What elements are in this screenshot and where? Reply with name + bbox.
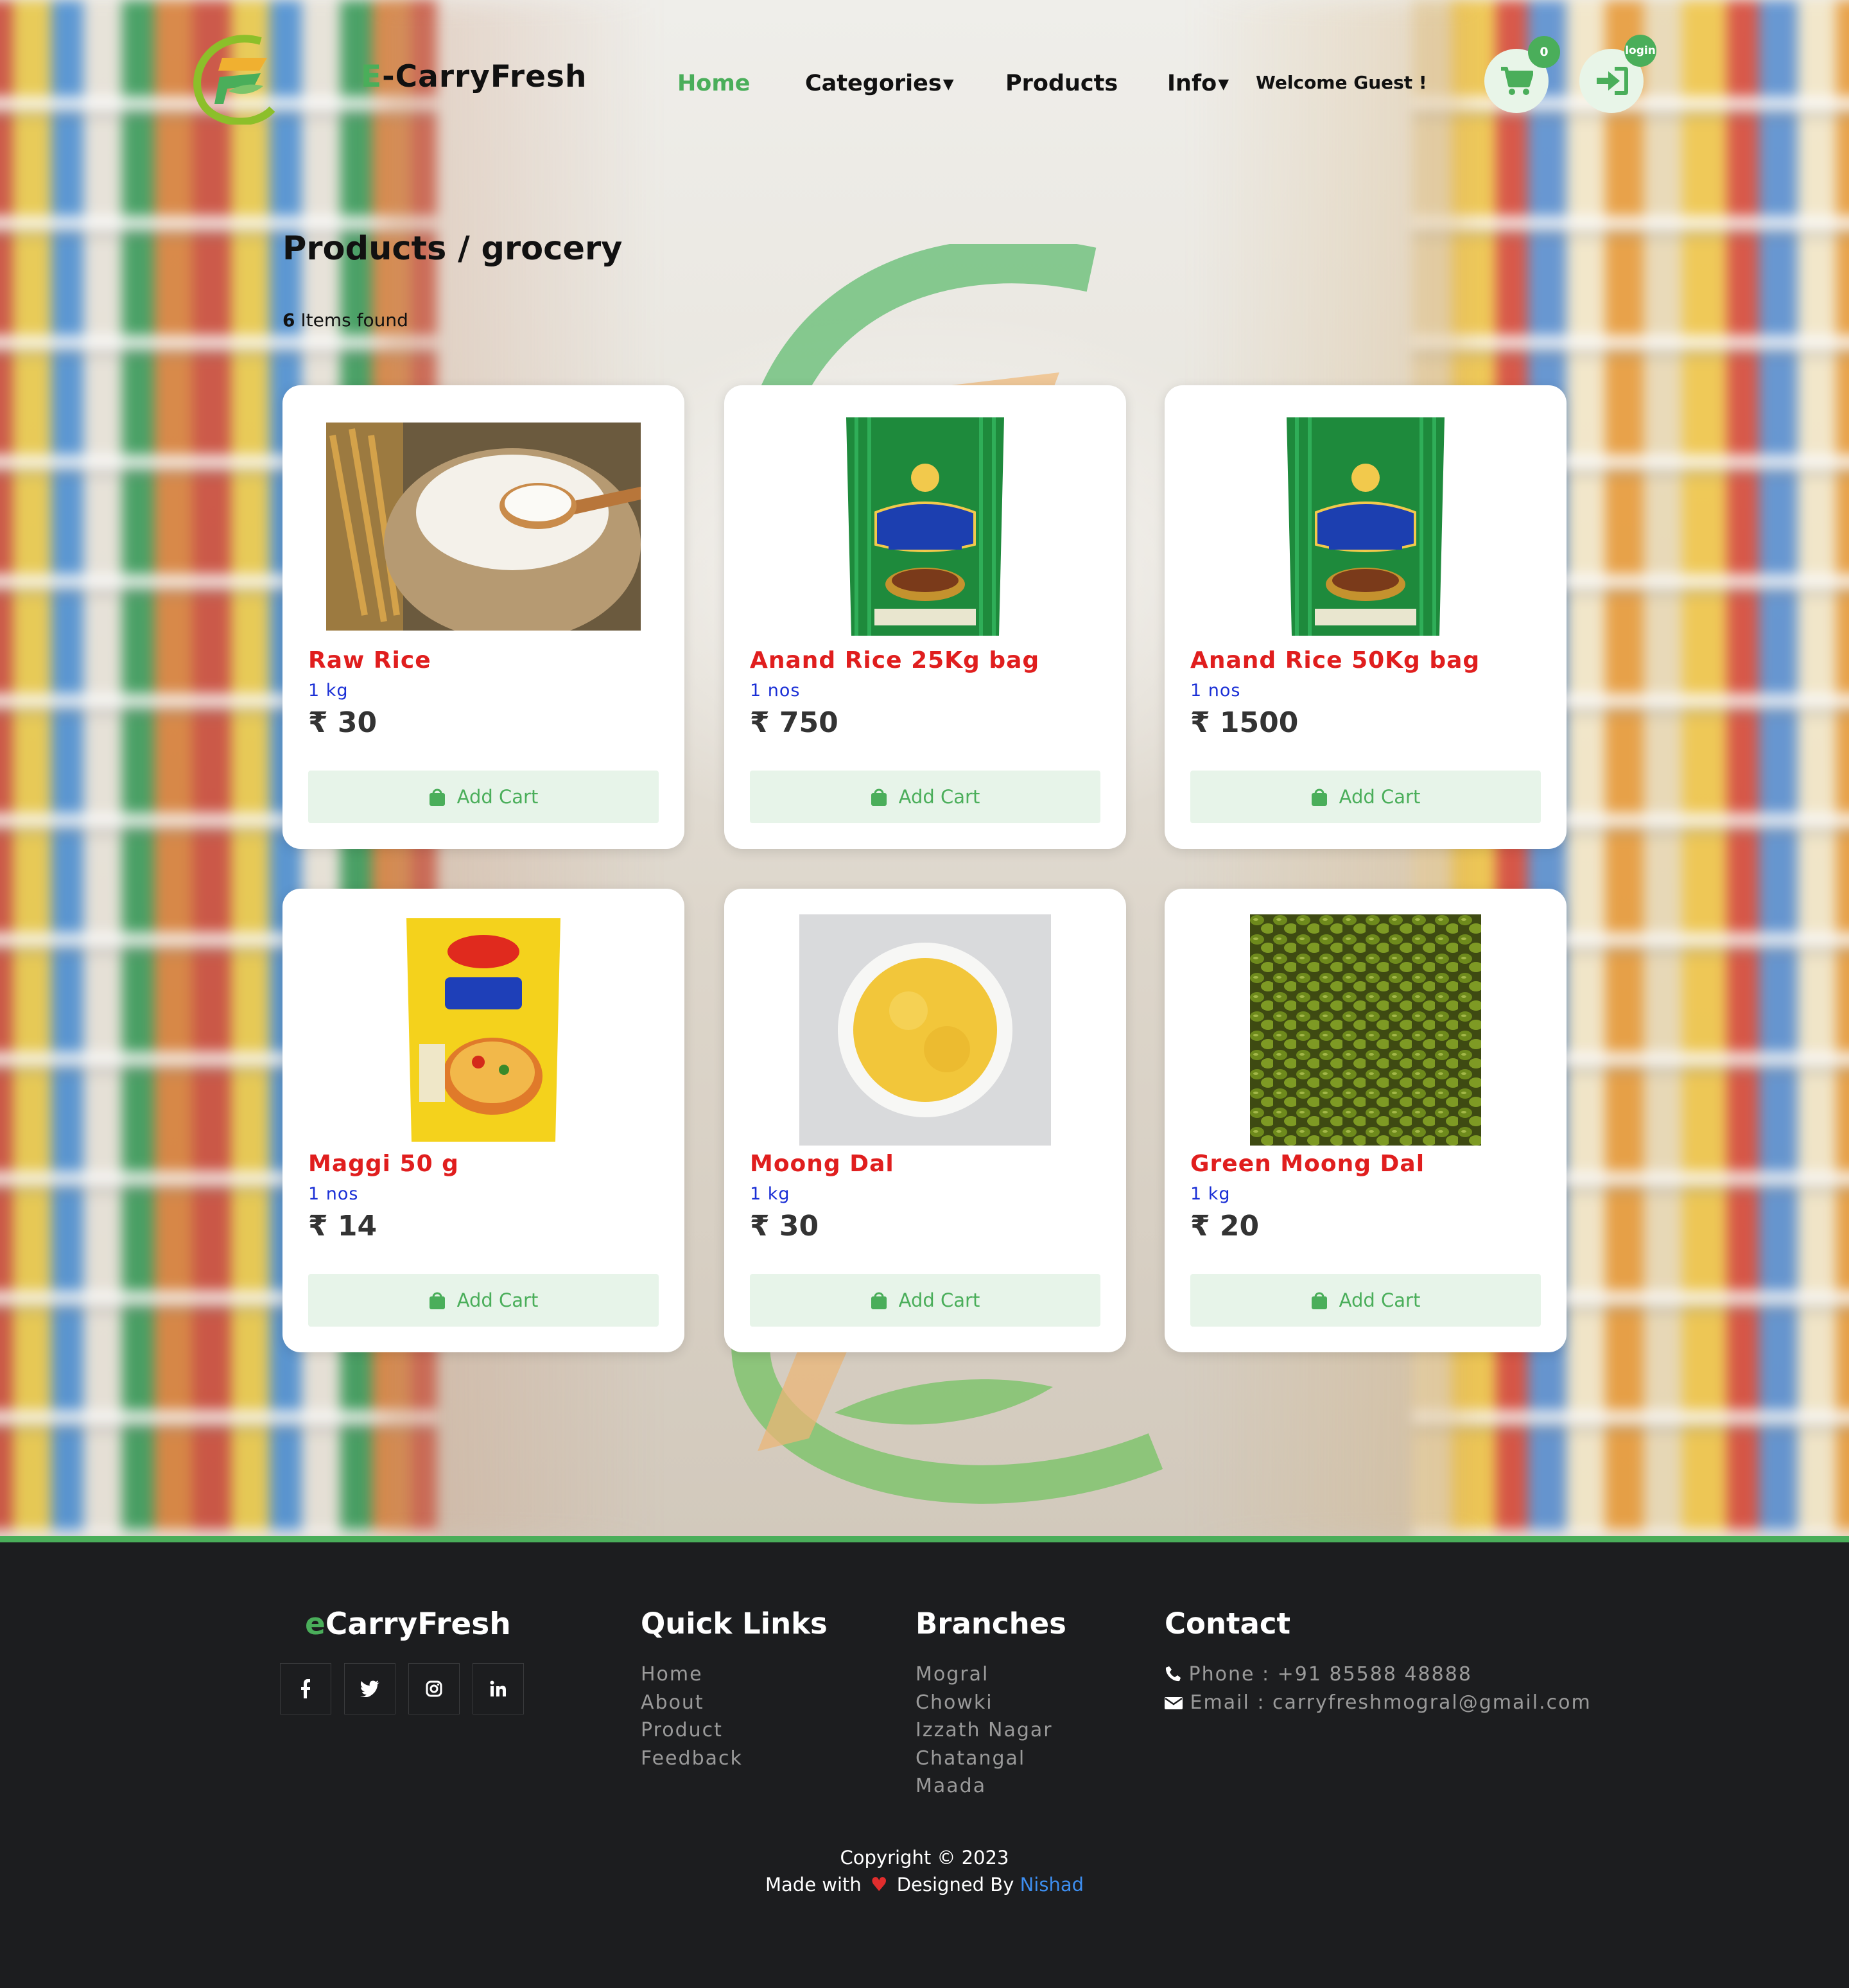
footer-link-product[interactable]: Product xyxy=(641,1719,743,1747)
shopping-bag-icon xyxy=(1311,1292,1327,1309)
footer-brand: eCarryFresh xyxy=(305,1607,511,1642)
contact-heading: Contact xyxy=(1165,1607,1291,1641)
product-image-green-beans[interactable] xyxy=(1190,914,1541,1146)
credits-line: Made with ♥ Designed By Nishad xyxy=(765,1874,1084,1896)
add-cart-button[interactable]: Add Cart xyxy=(1190,1274,1541,1327)
brand-title[interactable]: E-CarryFresh xyxy=(361,59,587,94)
quick-links-list: Home About Product Feedback xyxy=(641,1663,743,1775)
branch-item: Chowki xyxy=(916,1691,993,1714)
product-image-rice-sack[interactable] xyxy=(308,411,659,642)
welcome-message: Welcome Guest ! xyxy=(1256,72,1427,93)
product-unit: 1 kg xyxy=(308,681,349,701)
footer: eCarryFresh Quick Links Home About Produ… xyxy=(0,1542,1849,1988)
add-cart-button[interactable]: Add Cart xyxy=(308,771,659,823)
shopping-bag-icon xyxy=(429,789,445,806)
nav-categories-dropdown[interactable]: Categories▼ xyxy=(805,71,954,96)
product-price: ₹ 30 xyxy=(308,706,378,739)
product-unit: 1 nos xyxy=(1190,681,1241,701)
product-price: ₹ 14 xyxy=(308,1210,378,1242)
product-image-noodle-pack[interactable] xyxy=(308,914,659,1146)
shopping-bag-icon xyxy=(871,789,887,806)
product-name[interactable]: Maggi 50 g xyxy=(308,1151,459,1177)
sign-in-icon xyxy=(1597,67,1628,95)
copyright-text: Copyright © 2023 xyxy=(840,1847,1009,1869)
add-cart-button[interactable]: Add Cart xyxy=(308,1274,659,1327)
instagram-button[interactable] xyxy=(408,1663,460,1714)
footer-link-home[interactable]: Home xyxy=(641,1663,743,1691)
branches-heading: Branches xyxy=(916,1607,1066,1641)
instagram-icon xyxy=(426,1680,442,1697)
product-price: ₹ 30 xyxy=(750,1210,819,1242)
product-unit: 1 kg xyxy=(750,1184,790,1204)
cart-icon xyxy=(1501,67,1533,95)
caret-down-icon: ▼ xyxy=(942,76,954,92)
add-cart-button[interactable]: Add Cart xyxy=(1190,771,1541,823)
footer-link-feedback[interactable]: Feedback xyxy=(641,1747,743,1775)
top-navbar: E-CarryFresh Home Categories▼ Products I… xyxy=(0,0,1849,161)
nav-info-dropdown[interactable]: Info▼ xyxy=(1167,71,1229,96)
product-image-dal-bowl[interactable] xyxy=(750,914,1100,1146)
product-name[interactable]: Green Moong Dal xyxy=(1190,1151,1425,1177)
facebook-button[interactable] xyxy=(280,1663,331,1714)
linkedin-button[interactable] xyxy=(473,1663,524,1714)
product-image-rice-bag[interactable] xyxy=(750,411,1100,642)
envelope-icon xyxy=(1165,1696,1183,1709)
product-image-rice-bag[interactable] xyxy=(1190,411,1541,642)
contact-phone[interactable]: Phone : +91 85588 48888 xyxy=(1165,1663,1592,1691)
product-card[interactable]: Green Moong Dal 1 kg ₹ 20 Add Cart xyxy=(1165,889,1567,1352)
nav-products[interactable]: Products xyxy=(1005,71,1118,96)
product-card[interactable]: Anand Rice 25Kg bag 1 nos ₹ 750 Add Cart xyxy=(724,385,1126,849)
product-card[interactable]: Maggi 50 g 1 nos ₹ 14 Add Cart xyxy=(282,889,684,1352)
shopping-bag-icon xyxy=(1311,789,1327,806)
branch-item: Maada xyxy=(916,1775,987,1797)
add-cart-button[interactable]: Add Cart xyxy=(750,771,1100,823)
product-name[interactable]: Moong Dal xyxy=(750,1151,894,1177)
product-unit: 1 kg xyxy=(1190,1184,1231,1204)
product-name[interactable]: Anand Rice 50Kg bag xyxy=(1190,647,1480,674)
product-name[interactable]: Raw Rice xyxy=(308,647,431,674)
product-price: ₹ 750 xyxy=(750,706,838,739)
phone-icon xyxy=(1165,1666,1181,1682)
footer-divider xyxy=(0,1536,1849,1542)
product-unit: 1 nos xyxy=(750,681,801,701)
product-price: ₹ 1500 xyxy=(1190,706,1299,739)
product-name[interactable]: Anand Rice 25Kg bag xyxy=(750,647,1039,674)
items-found-text: 6 Items found xyxy=(282,310,408,331)
contact-email[interactable]: Email : carryfreshmogral@gmail.com xyxy=(1165,1691,1592,1720)
product-card[interactable]: Raw Rice 1 kg ₹ 30 Add Cart xyxy=(282,385,684,849)
product-unit: 1 nos xyxy=(308,1184,359,1204)
product-card[interactable]: Moong Dal 1 kg ₹ 30 Add Cart xyxy=(724,889,1126,1352)
facebook-icon xyxy=(301,1679,310,1698)
cart-count-badge: 0 xyxy=(1528,36,1560,68)
footer-link-about[interactable]: About xyxy=(641,1691,743,1720)
login-badge: login xyxy=(1624,35,1656,67)
nav-home[interactable]: Home xyxy=(677,71,751,96)
branch-item: Chatangal xyxy=(916,1747,1026,1770)
quick-links-heading: Quick Links xyxy=(641,1607,828,1641)
branch-item: Izzath Nagar xyxy=(916,1719,1053,1741)
caret-down-icon: ▼ xyxy=(1218,76,1229,92)
linkedin-icon xyxy=(490,1680,506,1696)
add-cart-button[interactable]: Add Cart xyxy=(750,1274,1100,1327)
twitter-icon xyxy=(360,1680,379,1697)
branches-list: Mogral Chowki Izzath Nagar Chatangal Maa… xyxy=(916,1663,1053,1803)
designer-link[interactable]: Nishad xyxy=(1020,1874,1084,1896)
shopping-bag-icon xyxy=(429,1292,445,1309)
page-title: Products / grocery xyxy=(282,230,623,268)
twitter-button[interactable] xyxy=(344,1663,395,1714)
product-card[interactable]: Anand Rice 50Kg bag 1 nos ₹ 1500 Add Car… xyxy=(1165,385,1567,849)
shopping-bag-icon xyxy=(871,1292,887,1309)
contact-details: Phone : +91 85588 48888 Email : carryfre… xyxy=(1165,1663,1592,1719)
heart-icon: ♥ xyxy=(870,1874,888,1896)
product-price: ₹ 20 xyxy=(1190,1210,1260,1242)
logo-icon[interactable] xyxy=(190,32,276,125)
branch-item: Mogral xyxy=(916,1663,989,1686)
